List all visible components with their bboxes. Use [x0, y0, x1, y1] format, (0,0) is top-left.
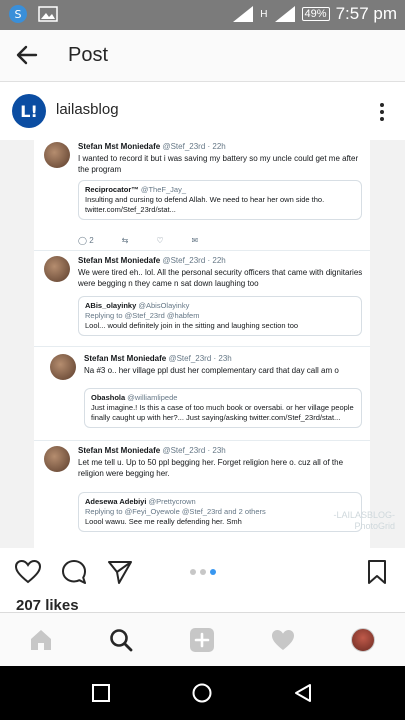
like-icon: ♡ [156, 236, 164, 245]
reply-icon: ◯ 2 [78, 236, 94, 245]
quote-text: Loool wawu. See me really defending her.… [85, 517, 242, 526]
signal-icon [233, 6, 254, 22]
tweet-avatar [44, 446, 70, 472]
quoted-tweet: Adesewa Adebiyi @Prettycrown Replying to… [78, 492, 362, 532]
retweet-icon: ⇆ [121, 236, 129, 245]
image-notification-icon [38, 6, 58, 22]
tweet-avatar [50, 354, 76, 380]
quote-text: Insulting and cursing to defend Allah. W… [85, 195, 325, 214]
avatar[interactable]: L! [12, 94, 46, 128]
more-vertical-icon[interactable] [379, 102, 385, 122]
reply-count: 2 [89, 236, 94, 245]
quote-meta: @Prettycrown [148, 497, 196, 506]
arrow-left-icon[interactable] [14, 42, 40, 68]
carousel-dot-active [210, 569, 216, 575]
bottom-nav [0, 612, 405, 666]
profile-avatar[interactable] [351, 628, 375, 652]
comment-icon[interactable] [60, 558, 88, 586]
watermark: -LAILASBLOG- PhotoGrid [333, 510, 395, 531]
tweet-author: Stefan Mst Moniedafe [78, 446, 161, 455]
carousel-dot [200, 569, 206, 575]
signal-icon [274, 6, 295, 22]
quote-text: Just imagine.! Is this a case of too muc… [91, 403, 354, 422]
triangle-back-icon[interactable] [292, 682, 314, 704]
tweet-author: Stefan Mst Moniedafe [84, 354, 167, 363]
app-notification-icon: S [9, 5, 27, 23]
divider [34, 346, 370, 347]
tweet-avatar [44, 142, 70, 168]
tweet-actions: ◯ 2 ⇆ ♡ ✉ [78, 236, 198, 245]
quote-author: Obashola [91, 393, 126, 402]
quote-meta: @AbisOlayinky [138, 301, 190, 310]
svg-text:S: S [15, 8, 22, 21]
system-nav-bar [0, 666, 405, 720]
tweet-body: I wanted to record it but i was saving m… [78, 154, 359, 174]
carousel-indicator [190, 569, 216, 575]
quoted-tweet: Obashola @williamlipede Just imagine.! I… [84, 388, 362, 428]
tweet-body: We were tired eh.. lol. All the personal… [78, 268, 363, 288]
quoted-tweet: ABis_olayinky @AbisOlayinky Replying to … [78, 296, 362, 336]
divider [34, 250, 370, 251]
tweet-body: Let me tell u. Up to 50 ppl begging her.… [78, 458, 344, 478]
clock: 7:57 pm [335, 4, 397, 23]
post-username[interactable]: lailasblog [56, 101, 119, 118]
tweet-meta: @Stef_23rd · 22h [162, 256, 226, 265]
search-icon[interactable] [108, 627, 134, 653]
heart-icon[interactable] [14, 558, 42, 586]
post-image[interactable]: Stefan Mst Moniedafe @Stef_23rd · 22h I … [0, 140, 405, 548]
quote-reply-to: Replying to @Feyi_Oyewole @Stef_23rd and… [85, 507, 266, 516]
quoted-tweet: Reciprocator™ @TheF_Jay_ Insulting and c… [78, 180, 362, 220]
divider [34, 440, 370, 441]
heart-icon[interactable] [270, 627, 296, 653]
dm-icon: ✉ [191, 236, 199, 245]
tweet-author: Stefan Mst Moniedafe [78, 142, 161, 151]
status-bar: S H 49% 7:57 pm [0, 0, 405, 30]
bookmark-icon[interactable] [363, 558, 391, 586]
tweet-meta: @Stef_23rd · 23h [168, 354, 232, 363]
tweet-author: Stefan Mst Moniedafe [78, 256, 161, 265]
post-header: L! lailasblog [0, 82, 405, 140]
tweet-screenshot: Stefan Mst Moniedafe @Stef_23rd · 22h I … [34, 140, 370, 548]
page-title: Post [68, 44, 109, 66]
network-type: H [260, 8, 268, 20]
send-icon[interactable] [106, 558, 134, 586]
battery-indicator: 49% [301, 7, 330, 21]
quote-meta: @TheF_Jay_ [140, 185, 186, 194]
tweet-body: Na #3 o.. her village ppl dust her compl… [84, 366, 339, 375]
app-bar: Post [0, 30, 405, 82]
circle-home-icon[interactable] [191, 682, 213, 704]
quote-text: Lool... would definitely join in the sit… [85, 321, 299, 330]
tweet-meta: @Stef_23rd · 22h [162, 142, 226, 151]
tweet-avatar [44, 256, 70, 282]
quote-reply-to: Replying to @Stef_23rd @habfem [85, 311, 200, 320]
quote-author: Reciprocator™ [85, 185, 139, 194]
quote-author: ABis_olayinky [85, 301, 137, 310]
post-actions [0, 552, 405, 592]
quote-author: Adesewa Adebiyi [85, 497, 147, 506]
quote-meta: @williamlipede [127, 393, 178, 402]
carousel-dot [190, 569, 196, 575]
square-recent-apps-icon[interactable] [90, 682, 112, 704]
add-icon[interactable] [189, 627, 215, 653]
home-icon[interactable] [28, 627, 54, 653]
tweet-meta: @Stef_23rd · 23h [162, 446, 226, 455]
